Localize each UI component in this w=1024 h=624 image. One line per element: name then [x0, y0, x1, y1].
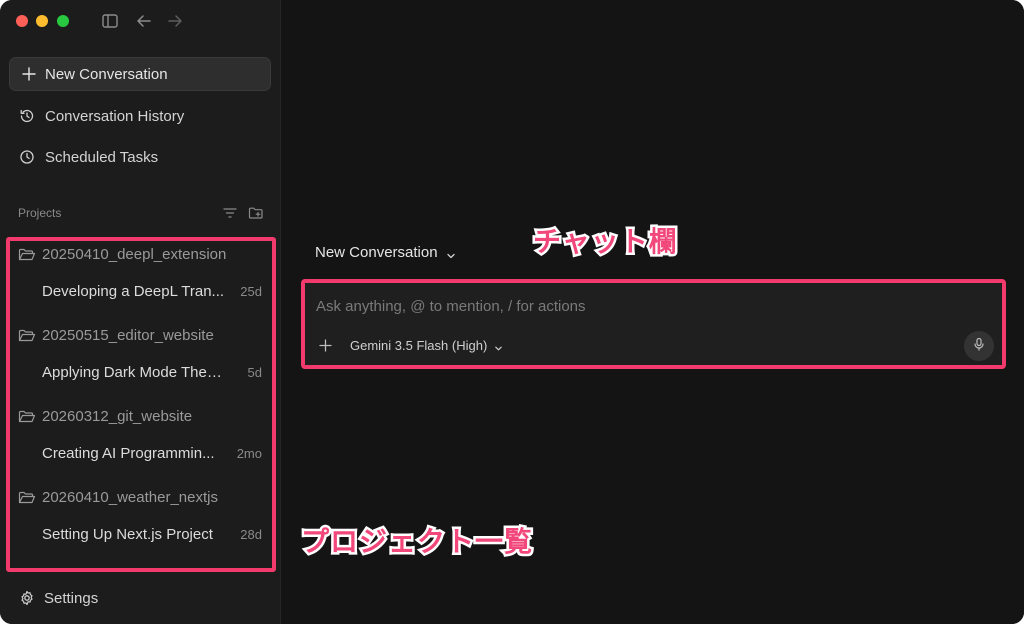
- conversation-age: 2mo: [236, 446, 262, 461]
- folder-open-icon: [18, 490, 36, 506]
- conversation-history-label: Conversation History: [45, 107, 185, 125]
- conversation-age: 25d: [240, 284, 262, 299]
- history-icon: [19, 108, 35, 124]
- conversation-title: Developing a DeepL Tran...: [42, 283, 225, 300]
- close-window-button[interactable]: [16, 15, 28, 27]
- chat-annotation-label: チャット欄: [531, 223, 680, 261]
- projects-annotation-label: プロジェクト一覧: [298, 523, 534, 561]
- conversation-age: 5d: [247, 365, 262, 380]
- folder-open-icon: [18, 247, 36, 263]
- project-name: 20260410_weather_nextjs: [42, 489, 218, 506]
- conversation-title-label: New Conversation: [315, 244, 438, 261]
- conversation-title-dropdown[interactable]: New Conversation: [315, 244, 456, 261]
- project-folder[interactable]: 20260410_weather_nextjs: [18, 489, 218, 506]
- new-conversation-label: New Conversation: [45, 65, 168, 83]
- project-name: 20260312_git_website: [42, 408, 193, 425]
- filter-icon[interactable]: [222, 205, 238, 221]
- project-conversation-item[interactable]: Setting Up Next.js Project 28d: [42, 526, 262, 543]
- conversation-age: 28d: [240, 527, 262, 542]
- project-name: 20250410_deepl_extension: [42, 246, 227, 263]
- scheduled-tasks-item[interactable]: Scheduled Tasks: [9, 141, 271, 173]
- scheduled-tasks-label: Scheduled Tasks: [45, 148, 159, 166]
- projects-heading: Projects: [18, 206, 62, 220]
- sidebar-toggle-icon[interactable]: [101, 12, 119, 30]
- folder-open-icon: [18, 409, 36, 425]
- project-folder[interactable]: 20260312_git_website: [18, 408, 192, 425]
- project-folder[interactable]: 20250410_deepl_extension: [18, 246, 226, 263]
- main-panel: New Conversation Gemini 3.5 Flash (High)…: [281, 0, 1024, 624]
- zoom-window-button[interactable]: [57, 15, 69, 27]
- project-folder[interactable]: 20250515_editor_website: [18, 327, 214, 344]
- settings-label: Settings: [44, 589, 99, 607]
- plus-icon: [22, 67, 36, 81]
- gear-icon: [19, 590, 35, 606]
- arrow-left-icon[interactable]: [135, 12, 153, 30]
- app-window: New Conversation Conversation History Sc…: [0, 0, 1024, 624]
- conversation-history-item[interactable]: Conversation History: [9, 100, 271, 132]
- conversation-title: Setting Up Next.js Project: [42, 526, 213, 543]
- arrow-right-icon[interactable]: [166, 12, 184, 30]
- settings-item[interactable]: Settings: [9, 584, 98, 612]
- project-conversation-item[interactable]: Creating AI Programmin... 2mo: [42, 445, 262, 462]
- project-conversation-item[interactable]: Applying Dark Mode Theme 5d: [42, 364, 262, 381]
- folder-open-icon: [18, 328, 36, 344]
- minimize-window-button[interactable]: [36, 15, 48, 27]
- clock-icon: [19, 149, 35, 165]
- new-conversation-button[interactable]: New Conversation: [9, 57, 271, 91]
- conversation-title: Creating AI Programmin...: [42, 445, 215, 462]
- chevron-down-icon: [446, 248, 456, 258]
- project-conversation-item[interactable]: Developing a DeepL Tran... 25d: [42, 283, 262, 300]
- project-name: 20250515_editor_website: [42, 327, 214, 344]
- conversation-title: Applying Dark Mode Theme: [42, 364, 226, 381]
- sidebar: New Conversation Conversation History Sc…: [0, 0, 281, 624]
- folder-plus-icon[interactable]: [248, 205, 264, 221]
- chat-highlight-box: [301, 279, 1006, 369]
